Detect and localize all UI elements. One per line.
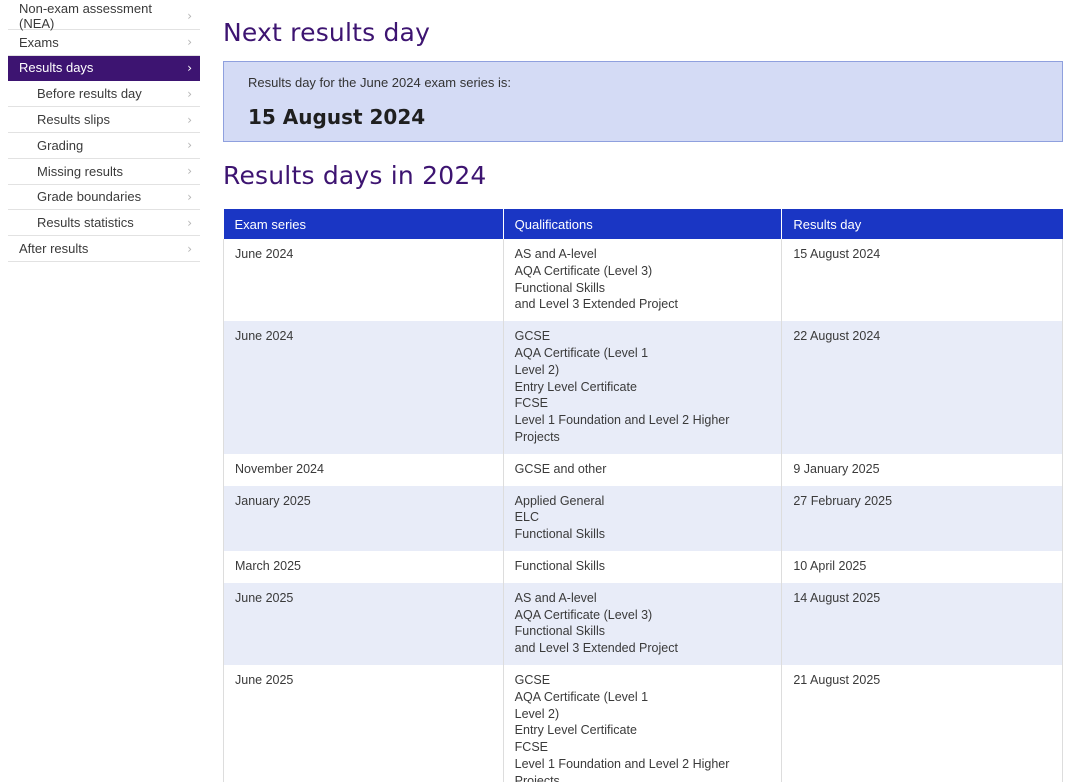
qualification-line: FCSE: [514, 740, 548, 755]
qualifications-cell: AS and A-level AQA Certificate (Level 3) F…: [502, 239, 782, 322]
results-days-heading: Results days in 2024: [223, 161, 487, 190]
sidebar-item-results-slips[interactable]: Results slips ›: [8, 107, 200, 133]
qualification-line: Functional Skills: [514, 558, 605, 573]
exam-series-cell: June 2024: [223, 239, 504, 322]
qualification-line: GCSE: [514, 672, 551, 687]
chevron-right-icon: ›: [187, 241, 192, 256]
page-title: Next results day: [223, 18, 431, 47]
column-header-qualifications: Qualifications: [502, 209, 782, 239]
results-days-table: Exam series Qualifications Results day J…: [223, 209, 1063, 782]
sidebar-item-label: Results statistics: [37, 215, 134, 231]
sidebar-item-label: Grade boundaries: [37, 189, 142, 205]
exam-series-cell: June 2025: [223, 664, 504, 782]
qualification-line: Entry Level Certificate: [514, 379, 637, 394]
qualification-line: Level 1 Foundation and Level 2 Higher: [514, 413, 730, 428]
results-day-cell: 9 January 2025: [781, 453, 1063, 486]
qualifications-cell: GCSE and other: [502, 453, 782, 486]
chevron-right-icon: ›: [187, 60, 192, 75]
chevron-right-icon: ›: [187, 112, 192, 127]
chevron-right-icon: ›: [187, 9, 192, 24]
qualification-line: Level 2): [514, 362, 560, 377]
chevron-right-icon: ›: [187, 164, 192, 179]
sidebar-item-label: Missing results: [37, 163, 123, 179]
sidebar-item-grade-boundaries[interactable]: Grade boundaries ›: [8, 185, 200, 211]
qualification-line: ELC: [514, 510, 539, 525]
exam-series-cell: June 2024: [223, 321, 504, 454]
chevron-right-icon: ›: [187, 189, 192, 204]
exam-series-cell: June 2025: [223, 582, 504, 665]
qualification-line: Applied General: [514, 493, 605, 508]
qualification-line: Functional Skills: [514, 527, 605, 542]
qualification-line: and Level 3 Extended Project: [514, 641, 678, 656]
column-header-exam-series: Exam series: [223, 209, 504, 239]
results-day-cell: 21 August 2025: [781, 664, 1063, 782]
sidebar-item-label: After results: [19, 241, 89, 257]
qualification-line: GCSE and other: [514, 461, 607, 476]
qualification-line: GCSE: [514, 329, 551, 344]
sidebar-nav: Non-exam assessment (NEA) › Exams › Results …: [8, 1, 200, 262]
results-day-cell: 14 August 2025: [781, 582, 1063, 665]
sidebar-item-label: Non-exam assessment (NEA): [19, 1, 152, 32]
sidebar-item-before-results-day[interactable]: Before results day ›: [8, 81, 200, 108]
qualification-line: AQA Certificate (Level 1: [514, 689, 649, 704]
next-results-panel: Results day for the June 2024 exam serie…: [223, 61, 1063, 142]
qualification-line: Functional Skills: [514, 624, 605, 639]
chevron-right-icon: ›: [187, 86, 192, 101]
exam-series-cell: January 2025: [223, 485, 504, 551]
sidebar-item-label: Results slips: [37, 112, 110, 128]
results-day-cell: 15 August 2024: [781, 239, 1063, 322]
qualification-line: AS and A-level: [514, 590, 597, 605]
sidebar-item-missing-results[interactable]: Missing results ›: [8, 159, 200, 185]
sidebar-item-label: Exams: [19, 34, 59, 50]
sidebar-item-non-exam-assessment-nea[interactable]: Non-exam assessment (NEA) ›: [8, 1, 200, 32]
next-results-label: Results day for the June 2024 exam serie…: [248, 75, 512, 90]
exam-series-cell: November 2024: [223, 453, 504, 486]
qualifications-cell: AS and A-level AQA Certificate (Level 3) F…: [502, 582, 782, 665]
table-row: June 2025 GCSE AQA Certificate (Level 1 Lev…: [223, 664, 1063, 782]
table-row: November 2024 GCSE and other 9 January 202…: [223, 453, 1063, 486]
exam-series-cell: March 2025: [223, 550, 504, 583]
qualification-line: AQA Certificate (Level 3): [514, 263, 653, 278]
qualification-line: Level 1 Foundation and Level 2 Higher: [514, 756, 730, 771]
qualification-line: AQA Certificate (Level 1: [514, 345, 649, 360]
qualification-line: Entry Level Certificate: [514, 723, 637, 738]
qualification-line: AQA Certificate (Level 3): [514, 607, 653, 622]
qualification-line: and Level 3 Extended Project: [514, 297, 678, 312]
column-header-results-day: Results day: [781, 209, 1063, 239]
qualification-line: Functional Skills: [514, 280, 605, 295]
qualifications-cell: Applied General ELC Functional Skills: [502, 485, 782, 551]
qualification-line: Projects: [514, 773, 560, 782]
table-row: June 2024 AS and A-level AQA Certificate (…: [223, 239, 1063, 322]
chevron-right-icon: ›: [187, 138, 192, 153]
chevron-right-icon: ›: [187, 215, 192, 230]
table-row: January 2025 Applied General ELC Functional…: [223, 485, 1063, 551]
sidebar-item-results-days[interactable]: Results days ›: [8, 55, 200, 82]
sidebar-item-label: Results days: [19, 60, 94, 76]
chevron-right-icon: ›: [187, 35, 192, 50]
table-row: June 2024 GCSE AQA Certificate (Level 1 Lev…: [223, 321, 1063, 454]
table-header-row: Exam series Qualifications Results day: [223, 209, 1063, 239]
results-day-cell: 10 April 2025: [781, 550, 1063, 583]
sidebar-item-after-results[interactable]: After results ›: [8, 236, 200, 262]
sidebar-item-label: Before results day: [37, 86, 142, 102]
qualifications-cell: GCSE AQA Certificate (Level 1 Level 2) Entr…: [502, 664, 782, 782]
qualification-line: Projects: [514, 429, 560, 444]
qualifications-cell: GCSE AQA Certificate (Level 1 Level 2) Entr…: [502, 321, 782, 454]
qualification-line: Level 2): [514, 706, 560, 721]
qualifications-cell: Functional Skills: [502, 550, 782, 583]
table-row: June 2025 AS and A-level AQA Certificate (…: [223, 582, 1063, 665]
sidebar-item-exams[interactable]: Exams ›: [8, 30, 200, 56]
sidebar-item-results-statistics[interactable]: Results statistics ›: [8, 210, 200, 237]
qualification-line: AS and A-level: [514, 247, 597, 261]
table-row: March 2025 Functional Skills 10 April 2025: [223, 550, 1063, 583]
sidebar-item-label: Grading: [37, 137, 84, 153]
qualification-line: FCSE: [514, 396, 548, 411]
sidebar-item-grading[interactable]: Grading ›: [8, 133, 200, 159]
next-results-date: 15 August 2024: [248, 105, 426, 129]
results-day-cell: 22 August 2024: [781, 321, 1063, 454]
results-day-cell: 27 February 2025: [781, 485, 1063, 551]
